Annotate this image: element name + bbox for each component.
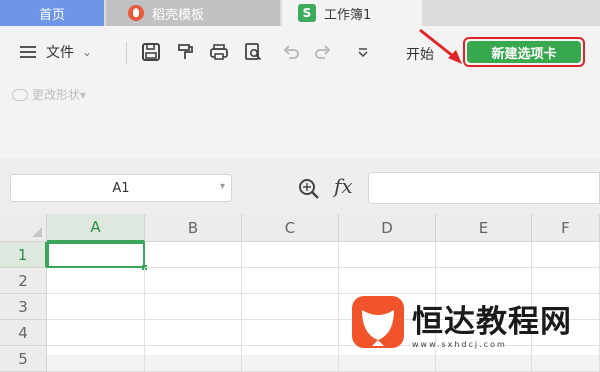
cell-b4[interactable]: [145, 320, 242, 346]
chevron-down-icon: ▾: [80, 87, 87, 102]
column-header-c[interactable]: C: [242, 214, 339, 242]
cell-a2[interactable]: [47, 268, 145, 294]
annotation-arrow-icon: [419, 28, 462, 64]
tab-docer-templates[interactable]: 稻壳模板: [106, 0, 280, 26]
cell-c4[interactable]: [242, 320, 339, 346]
new-tab-button-label: 新建选项卡: [467, 41, 581, 63]
tab-docer-label: 稻壳模板: [152, 7, 205, 23]
spreadsheet-s-icon: S: [298, 4, 316, 22]
site-watermark: 恒达教程网 www.sxhdcj.com: [350, 294, 600, 355]
formula-bar: A1 ▾ fx: [0, 158, 600, 214]
tab-workbook-label: 工作簿1: [324, 7, 372, 23]
watermark-url: www.sxhdcj.com: [412, 340, 507, 349]
tab-bar: 首页 稻壳模板 S 工作簿1: [0, 0, 600, 26]
cell-a3[interactable]: [47, 294, 145, 320]
save-button[interactable]: [140, 41, 162, 63]
chevron-down-icon: [358, 48, 368, 58]
column-header-e[interactable]: E: [436, 214, 532, 242]
file-menu-button[interactable]: 文件 ⌄: [20, 42, 92, 62]
cell-d2[interactable]: [339, 268, 436, 294]
print-preview-icon: [245, 43, 262, 61]
undo-button[interactable]: [280, 41, 302, 63]
cell-a1[interactable]: [47, 242, 147, 270]
fx-icon[interactable]: fx: [334, 174, 353, 198]
cell-b3[interactable]: [145, 294, 242, 320]
cell-c3[interactable]: [242, 294, 339, 320]
format-painter-icon: [178, 44, 193, 59]
file-menu-label: 文件: [46, 45, 74, 61]
zoom-search-icon[interactable]: [298, 178, 320, 200]
undo-icon: [283, 45, 299, 59]
tab-home[interactable]: 首页: [0, 0, 104, 26]
watermark-title: 恒达教程网: [412, 304, 572, 340]
select-all-corner[interactable]: [0, 214, 47, 242]
shape-icon: [12, 88, 28, 101]
hamburger-icon: [20, 46, 36, 58]
redo-button[interactable]: [312, 41, 334, 63]
ribbon: 文件 ⌄ 开始 新建选项卡 更改形状 ▾: [0, 26, 600, 159]
name-box-value: A1: [112, 180, 130, 196]
chevron-down-icon: ⌄: [82, 45, 93, 59]
cell-e2[interactable]: [436, 268, 532, 294]
name-box[interactable]: A1 ▾: [10, 174, 232, 202]
column-header-a[interactable]: A: [47, 214, 145, 242]
column-header-f[interactable]: F: [532, 214, 600, 242]
cell-b1[interactable]: [145, 242, 242, 268]
redo-icon: [315, 45, 331, 59]
tab-workbook[interactable]: S 工作簿1: [282, 0, 422, 26]
cell-c2[interactable]: [242, 268, 339, 294]
row-header-5[interactable]: 5: [0, 346, 47, 372]
cell-d1[interactable]: [339, 242, 436, 268]
formula-input[interactable]: [368, 172, 600, 204]
format-painter-button[interactable]: [174, 41, 196, 63]
customize-quick-access-button[interactable]: [352, 41, 374, 63]
cell-f1[interactable]: [532, 242, 600, 268]
cell-e1[interactable]: [436, 242, 532, 268]
column-header-d[interactable]: D: [339, 214, 436, 242]
cell-a4[interactable]: [47, 320, 145, 346]
cell-a5[interactable]: [47, 346, 145, 372]
print-icon: [210, 44, 228, 60]
column-header-b[interactable]: B: [145, 214, 242, 242]
tab-home-label: 首页: [38, 7, 65, 23]
watermark-logo-icon: [352, 296, 404, 348]
row-header-1[interactable]: 1: [0, 242, 47, 268]
cell-f2[interactable]: [532, 268, 600, 294]
row-header-3[interactable]: 3: [0, 294, 47, 320]
cell-b2[interactable]: [145, 268, 242, 294]
change-shape-label: 更改形状: [32, 88, 81, 102]
change-shape-button[interactable]: 更改形状 ▾: [12, 86, 86, 103]
save-icon: [142, 43, 160, 61]
new-tab-button[interactable]: 新建选项卡: [463, 37, 585, 67]
row-header-4[interactable]: 4: [0, 320, 47, 346]
print-preview-button[interactable]: [242, 41, 264, 63]
docer-icon: [128, 5, 144, 21]
cell-b5[interactable]: [145, 346, 242, 372]
toolbar-divider: [126, 42, 127, 64]
chevron-down-icon: ▾: [219, 181, 225, 192]
row-header-2[interactable]: 2: [0, 268, 47, 294]
cell-c1[interactable]: [242, 242, 339, 268]
cell-c5[interactable]: [242, 346, 339, 372]
print-button[interactable]: [208, 41, 230, 63]
